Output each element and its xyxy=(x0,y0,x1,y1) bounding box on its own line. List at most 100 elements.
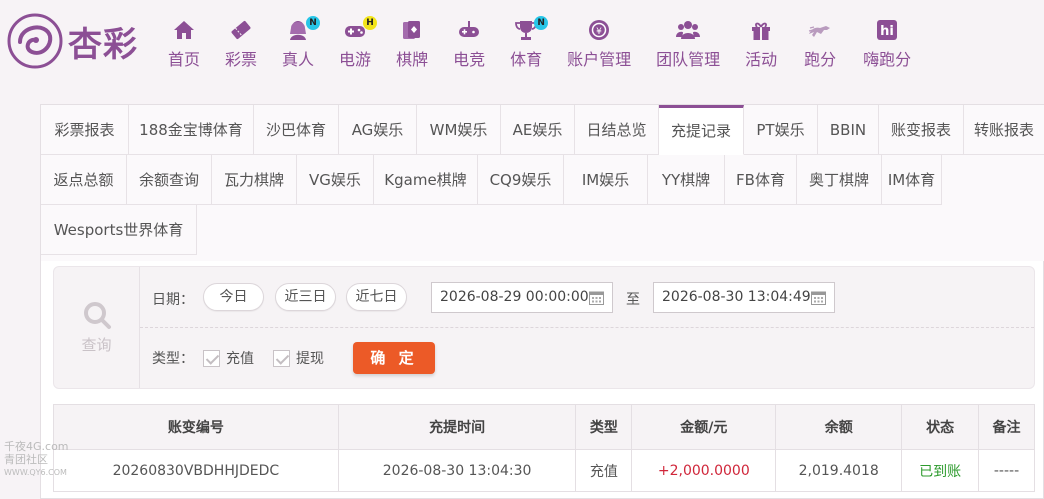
main-nav: 首页 彩票 真人 N 电游 H 棋牌 电竞 体育 N ¥ 账户管理 团队管理 活动 跑分 hi 嗨跑分 xyxy=(160,16,928,70)
magnifier-icon xyxy=(83,302,111,329)
nav-label: 嗨跑分 xyxy=(863,50,912,69)
nav-badge: N xyxy=(306,16,321,30)
query-title: 查询 xyxy=(81,336,112,354)
gift-icon xyxy=(752,22,771,40)
nav-item-cards[interactable]: 棋牌 xyxy=(388,18,436,70)
start-date-value: 2026-08-29 00:00:00 xyxy=(440,289,589,305)
col-header: 账变编号 xyxy=(53,404,339,450)
site-logo[interactable]: 杏彩 xyxy=(6,10,156,72)
nav-item-lottery[interactable]: 彩票 xyxy=(217,18,265,70)
quick-today-button[interactable]: 今日 xyxy=(203,283,264,311)
watermark-line: WWW.QY6.COM xyxy=(4,468,67,477)
nav-label: 电游 xyxy=(339,50,372,69)
tab-report[interactable]: IM娱乐 xyxy=(564,155,648,205)
checkbox-icon xyxy=(203,349,220,367)
record-id: 20260830VBDHHJDEDC xyxy=(53,449,339,492)
tab-report[interactable]: CQ9娱乐 xyxy=(478,155,564,205)
tab-report[interactable]: AE娱乐 xyxy=(501,105,575,155)
nav-item-account[interactable]: ¥ 账户管理 xyxy=(559,18,639,70)
cards-icon xyxy=(403,21,421,39)
tab-report[interactable]: 充提记录 xyxy=(659,105,744,155)
type-withdraw-label: 提现 xyxy=(296,351,324,367)
col-header: 余额 xyxy=(775,404,903,450)
end-date-value: 2026-08-30 13:04:49 xyxy=(662,289,811,305)
nav-item-live[interactable]: 真人 N xyxy=(274,16,322,70)
calendar-icon xyxy=(811,291,826,305)
nav-badge: H xyxy=(363,16,378,30)
start-date-input[interactable]: 2026-08-29 00:00:00 xyxy=(431,282,613,313)
nav-item-paofen[interactable]: 跑分 xyxy=(794,18,846,70)
tab-report[interactable]: PT娱乐 xyxy=(744,105,818,155)
record-balance: 2,019.4018 xyxy=(775,449,903,492)
confirm-button[interactable]: 确 定 xyxy=(353,342,435,374)
running-horse-icon xyxy=(809,26,831,37)
report-panel: 彩票报表 188金宝博体育 沙巴体育 AG娱乐 WM娱乐 AE娱乐 日结总览 充提记录 PT娱乐… xyxy=(40,104,1044,499)
lottery-ticket-icon xyxy=(231,20,251,40)
tab-report[interactable]: 188金宝博体育 xyxy=(129,105,254,155)
col-header: 类型 xyxy=(575,404,633,450)
nav-item-team[interactable]: 团队管理 xyxy=(648,18,728,70)
tab-report[interactable]: VG娱乐 xyxy=(297,155,374,205)
nav-item-home[interactable]: 首页 xyxy=(160,18,208,70)
tab-report[interactable]: Kgame棋牌 xyxy=(374,155,478,205)
quick-seven-days-button[interactable]: 近七日 xyxy=(346,283,407,311)
query-form: 查询 日期： 今日 近三日 近七日 2026-08-29 00:00:00 至 … xyxy=(53,266,1035,389)
svg-text:¥: ¥ xyxy=(596,27,602,37)
end-date-input[interactable]: 2026-08-30 13:04:49 xyxy=(653,282,835,313)
tab-report[interactable]: 彩票报表 xyxy=(41,105,129,155)
tab-report[interactable]: WM娱乐 xyxy=(417,105,501,155)
tab-report[interactable]: 转账报表 xyxy=(964,105,1044,155)
table-header-row: 账变编号 充提时间 类型 金额/元 余额 状态 备注 xyxy=(53,404,1035,450)
account-icon: ¥ xyxy=(589,20,610,40)
date-row: 日期： 今日 近三日 近七日 2026-08-29 00:00:00 至 202… xyxy=(140,267,1034,328)
nav-item-hi-paofen[interactable]: hi 嗨跑分 xyxy=(855,18,919,70)
nav-label: 活动 xyxy=(745,50,778,69)
svg-text:hi: hi xyxy=(880,24,894,39)
type-withdraw-checkbox[interactable]: 提现 xyxy=(273,348,324,368)
nav-item-esports[interactable]: 电竞 xyxy=(445,18,493,70)
tab-report[interactable]: 返点总额 xyxy=(41,155,127,205)
tab-report[interactable]: Wesports世界体育 xyxy=(41,205,197,255)
tab-report[interactable]: FB体育 xyxy=(725,155,797,205)
calendar-icon xyxy=(589,291,604,305)
logo-text: 杏彩 xyxy=(68,24,138,65)
nav-item-promotions[interactable]: 活动 xyxy=(737,18,785,70)
type-deposit-checkbox[interactable]: 充值 xyxy=(203,348,254,368)
nav-label: 棋牌 xyxy=(396,50,429,69)
home-icon xyxy=(174,21,194,39)
tab-report[interactable]: 日结总览 xyxy=(575,105,659,155)
watermark: 千夜4G.com 青团社区 WWW.QY6.COM xyxy=(4,440,94,488)
tab-report[interactable]: BBIN xyxy=(818,105,879,155)
nav-label: 体育 xyxy=(510,50,543,69)
tab-report[interactable]: AG娱乐 xyxy=(339,105,417,155)
table-row: 20260830VBDHHJDEDC 2026-08-30 13:04:30 充… xyxy=(53,449,1035,492)
tab-report[interactable]: 瓦力棋牌 xyxy=(212,155,297,205)
nav-badge: N xyxy=(534,16,549,30)
nav-item-slots[interactable]: 电游 H xyxy=(331,16,379,70)
type-deposit-label: 充值 xyxy=(226,351,254,367)
tab-report[interactable]: 沙巴体育 xyxy=(254,105,339,155)
record-amount: +2,000.0000 xyxy=(631,449,777,492)
tab-report[interactable]: IM体育 xyxy=(882,155,942,205)
type-row: 类型： 充值 提现 确 定 xyxy=(140,328,1034,388)
nav-label: 电竞 xyxy=(453,50,486,69)
nav-label: 团队管理 xyxy=(656,50,721,69)
nav-label: 真人 xyxy=(282,50,315,69)
tab-report[interactable]: 奥丁棋牌 xyxy=(797,155,882,205)
records-table: 账变编号 充提时间 类型 金额/元 余额 状态 备注 20260830VBDHH… xyxy=(53,404,1035,492)
query-side: 查询 xyxy=(54,267,140,388)
tab-report[interactable]: YY棋牌 xyxy=(648,155,725,205)
hi-icon: hi xyxy=(877,20,898,40)
team-icon xyxy=(676,21,701,39)
tab-report[interactable]: 账变报表 xyxy=(879,105,964,155)
nav-label: 账户管理 xyxy=(567,50,632,69)
esports-controller-icon xyxy=(459,21,480,37)
nav-label: 跑分 xyxy=(804,50,837,69)
tab-report[interactable]: 余额查询 xyxy=(127,155,212,205)
quick-three-days-button[interactable]: 近三日 xyxy=(275,283,336,311)
col-header: 金额/元 xyxy=(631,404,777,450)
type-label: 类型： xyxy=(152,351,194,367)
top-header: 杏彩 首页 彩票 真人 N 电游 H 棋牌 电竞 体育 N ¥ 账户管理 团队管理 活动 跑分 hi 嗨跑分 xyxy=(0,0,1044,90)
nav-item-sports[interactable]: 体育 N xyxy=(502,16,550,70)
col-header: 充提时间 xyxy=(337,404,577,450)
